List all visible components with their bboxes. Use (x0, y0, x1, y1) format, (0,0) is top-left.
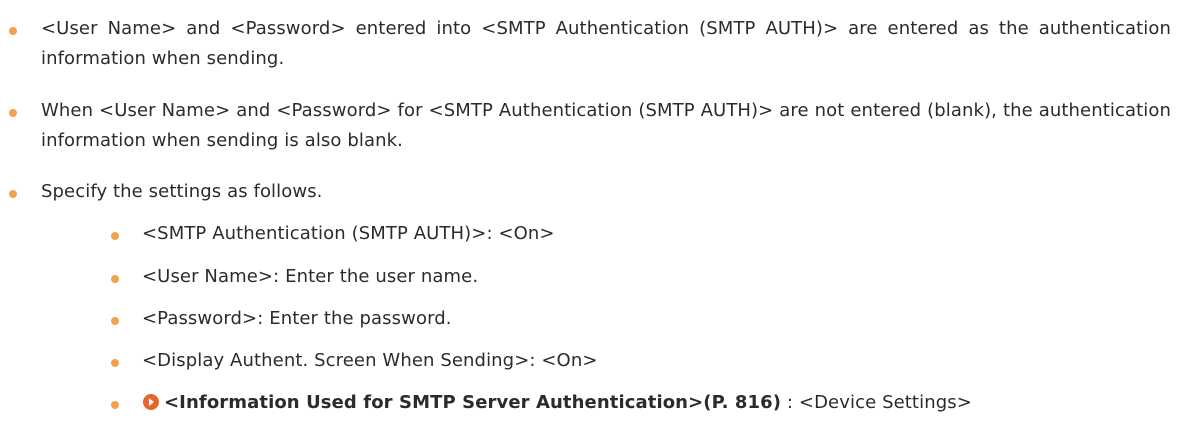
sub-list-item-text: <SMTP Authentication (SMTP AUTH)>: <On> (142, 223, 555, 244)
sub-list-item-reference: <Information Used for SMTP Server Authen… (111, 388, 1162, 421)
bullet-dot-icon (111, 359, 119, 367)
list-item: Specify the settings as follows. (9, 177, 1171, 207)
reference-suffix: : <Device Settings> (781, 392, 972, 413)
sub-list-item: <Password>: Enter the password. (111, 304, 1162, 334)
document-page: <User Name> and <Password> entered into … (0, 0, 1184, 430)
bullet-dot-icon (111, 275, 119, 283)
bullet-dot-icon (111, 232, 119, 240)
sub-list-item-text: <User Name>: Enter the user name. (142, 266, 479, 287)
bullet-dot-icon (111, 317, 119, 325)
bullet-dot-icon (9, 190, 17, 198)
sub-list-item-text: <Display Authent. Screen When Sending>: … (142, 350, 598, 371)
list-item-text: When <User Name> and <Password> for <SMT… (41, 100, 1171, 151)
list-item: <User Name> and <Password> entered into … (9, 14, 1171, 74)
list-item: When <User Name> and <Password> for <SMT… (9, 96, 1171, 156)
sub-list-item: <User Name>: Enter the user name. (111, 262, 1162, 292)
arrow-circle-icon[interactable] (142, 391, 160, 421)
bullet-dot-icon (111, 401, 119, 409)
list-item-text: Specify the settings as follows. (41, 181, 323, 202)
sub-list-item-text: <Password>: Enter the password. (142, 308, 452, 329)
reference-link[interactable]: <Information Used for SMTP Server Authen… (164, 392, 781, 413)
sub-list-item: <Display Authent. Screen When Sending>: … (111, 346, 1162, 376)
list-item-text: <User Name> and <Password> entered into … (41, 18, 1171, 69)
bullet-dot-icon (9, 27, 17, 35)
sub-list-item: <SMTP Authentication (SMTP AUTH)>: <On> (111, 219, 1162, 249)
bullet-dot-icon (9, 109, 17, 117)
